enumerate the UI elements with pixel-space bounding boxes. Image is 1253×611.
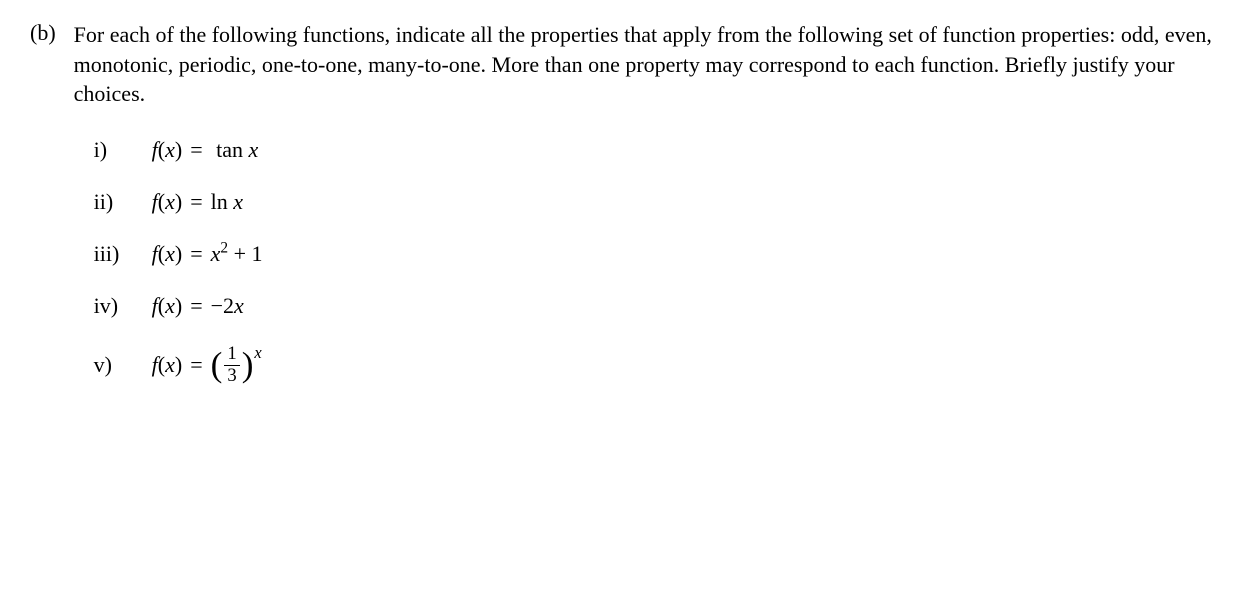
- item-label: v): [94, 352, 152, 378]
- problem-container: (b) For each of the following functions,…: [30, 20, 1223, 411]
- item-equation: f(x) = tan x: [152, 137, 259, 163]
- rhs: x2 + 1: [211, 241, 263, 267]
- item-equation: f(x) = −2x: [152, 293, 244, 319]
- item-equation: f(x) = ( 1 3 ) x: [152, 345, 262, 385]
- item-equation: f(x) = ln x: [152, 189, 243, 215]
- problem-content: For each of the following functions, ind…: [74, 20, 1223, 411]
- right-paren-icon: ): [242, 351, 254, 379]
- item-i: i) f(x) = tan x: [94, 137, 1223, 163]
- item-label: iii): [94, 241, 152, 267]
- problem-label: (b): [30, 20, 56, 411]
- fraction: 1 3: [224, 345, 239, 385]
- item-equation: f(x) = x2 + 1: [152, 241, 263, 267]
- equals: =: [182, 137, 210, 163]
- rhs: tan x: [211, 137, 259, 163]
- item-iv: iv) f(x) = −2x: [94, 293, 1223, 319]
- rhs: ln x: [211, 189, 243, 215]
- item-label: ii): [94, 189, 152, 215]
- equals: =: [182, 241, 210, 267]
- item-label: iv): [94, 293, 152, 319]
- item-label: i): [94, 137, 152, 163]
- item-iii: iii) f(x) = x2 + 1: [94, 241, 1223, 267]
- problem-text: For each of the following functions, ind…: [74, 20, 1223, 109]
- numerator: 1: [224, 345, 239, 365]
- equals: =: [182, 189, 210, 215]
- lhs: f(x): [152, 352, 183, 378]
- items-list: i) f(x) = tan x ii) f(x) = ln x iii) f: [74, 137, 1223, 385]
- lhs: f(x): [152, 293, 183, 319]
- denominator: 3: [224, 365, 239, 386]
- rhs: ( 1 3 ) x: [211, 345, 262, 385]
- equals: =: [182, 293, 210, 319]
- lhs: f(x): [152, 137, 183, 163]
- equals: =: [182, 352, 210, 378]
- lhs: f(x): [152, 189, 183, 215]
- exponent: x: [254, 343, 261, 363]
- lhs: f(x): [152, 241, 183, 267]
- item-ii: ii) f(x) = ln x: [94, 189, 1223, 215]
- rhs: −2x: [211, 293, 244, 319]
- left-paren-icon: (: [211, 351, 223, 379]
- item-v: v) f(x) = ( 1 3 ) x: [94, 345, 1223, 385]
